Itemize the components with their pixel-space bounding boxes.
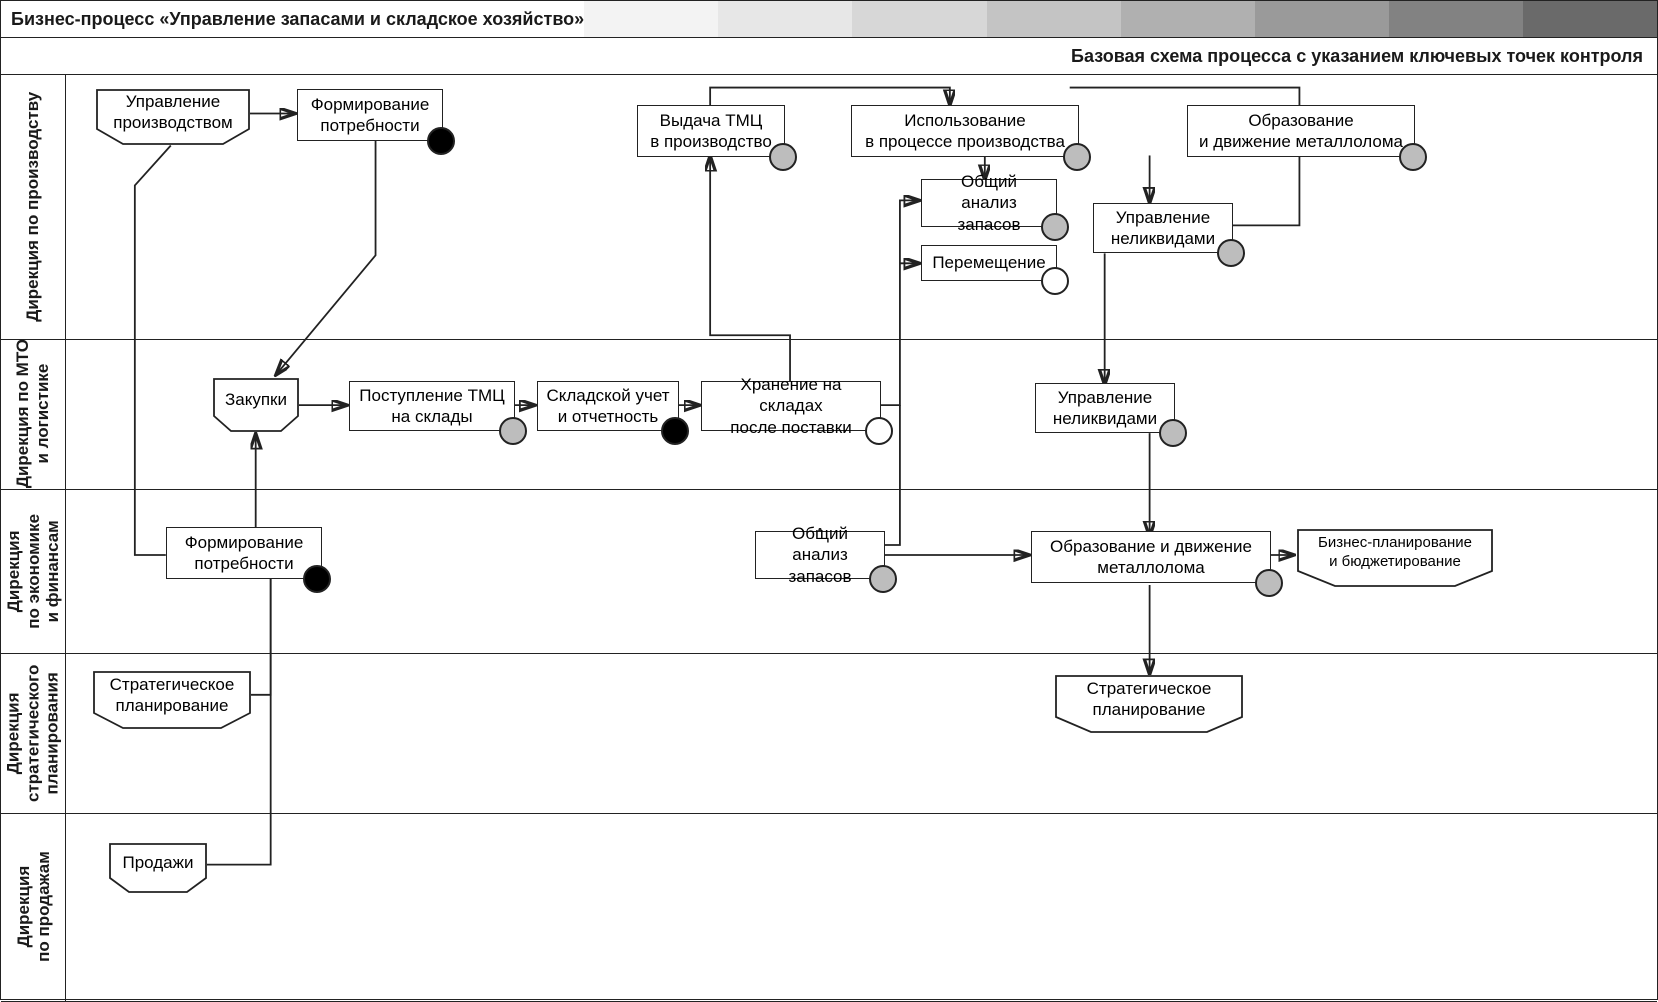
node-stock-analysis-1: Общийанализ запасов [921, 179, 1057, 227]
node-issue-tmc: Выдача ТМЦв производство [637, 105, 785, 157]
ext-strategic-planning-1: Стратегическоепланирование [93, 671, 251, 729]
control-point-black-1 [427, 127, 455, 155]
control-point-black-2 [303, 565, 331, 593]
node-stock-analysis-2: Общийанализ запасов [755, 531, 885, 579]
control-point-gray-6 [499, 417, 527, 445]
diagram-frame: Бизнес-процесс «Управление запасами и ск… [0, 0, 1658, 1000]
ext-strategic-planning-2: Стратегическоепланирование [1055, 675, 1243, 733]
control-point-gray-2 [1063, 143, 1091, 171]
node-use-in-production: Использованиев процессе производства [851, 105, 1079, 157]
diagram-title: Бизнес-процесс «Управление запасами и ск… [1, 9, 584, 30]
ext-business-planning: Бизнес-планированиеи бюджетирование [1297, 529, 1493, 587]
lane-label-production: Дирекция по производству [1, 75, 66, 339]
lane-label-strategy: Дирекциястратегическогопланирования [1, 653, 66, 813]
control-point-gray-9 [1255, 569, 1283, 597]
control-point-gray-3 [1399, 143, 1427, 171]
control-point-white-1 [1041, 267, 1069, 295]
swimlanes: Дирекция по производству Дирекция по МТО… [1, 75, 1657, 1001]
control-point-gray-5 [1217, 239, 1245, 267]
node-storage: Хранение на складахпосле поставки [701, 381, 881, 431]
node-scrap-1: Образованиеи движение металлолома [1187, 105, 1415, 157]
node-form-need-2: Формированиепотребности [166, 527, 322, 579]
lane-label-economics: Дирекцияпо экономикеи финансам [1, 489, 66, 653]
lane-sales: Дирекцияпо продажам [1, 813, 1657, 1002]
lane-label-mto: Дирекция по МТОи логистике [1, 339, 66, 489]
control-point-gray-7 [1159, 419, 1187, 447]
node-accounting: Складской учети отчетность [537, 381, 679, 431]
diagram-subtitle: Базовая схема процесса с указанием ключе… [1, 38, 1657, 75]
node-receipt: Поступление ТМЦна склады [349, 381, 515, 431]
control-point-white-2 [865, 417, 893, 445]
ext-production-mgmt: Управлениепроизводством [96, 89, 250, 145]
header-gradient [584, 1, 1657, 37]
control-point-gray-1 [769, 143, 797, 171]
ext-purchases: Закупки [213, 378, 299, 432]
control-point-gray-8 [869, 565, 897, 593]
ext-sales: Продажи [109, 843, 207, 893]
control-point-black-3 [661, 417, 689, 445]
node-form-need-1: Формированиепотребности [297, 89, 443, 141]
title-bar: Бизнес-процесс «Управление запасами и ск… [1, 1, 1657, 38]
lane-label-sales: Дирекцияпо продажам [1, 813, 66, 1001]
node-illiquid-1: Управлениенеликвидами [1093, 203, 1233, 253]
node-illiquid-2: Управлениенеликвидами [1035, 383, 1175, 433]
control-point-gray-4 [1041, 213, 1069, 241]
node-scrap-2: Образование и движениеметаллолома [1031, 531, 1271, 583]
node-movement: Перемещение [921, 245, 1057, 281]
